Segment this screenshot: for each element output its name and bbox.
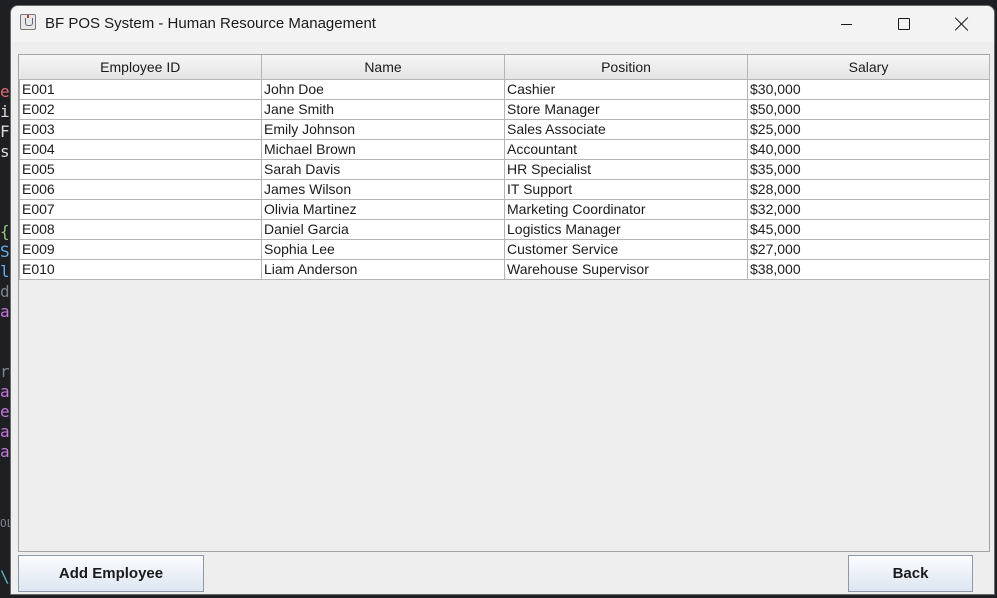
cell-name[interactable]: Jane Smith bbox=[261, 99, 505, 120]
employee-table[interactable]: Employee ID Name Position Salary E001 Jo… bbox=[19, 55, 990, 280]
minimize-button[interactable] bbox=[817, 6, 875, 42]
cell-salary[interactable]: $40,000 bbox=[747, 139, 990, 160]
table-row[interactable]: E006 James Wilson IT Support $28,000 bbox=[19, 179, 990, 200]
editor-glyph: l bbox=[0, 262, 10, 281]
column-header-employee-id[interactable]: Employee ID bbox=[19, 55, 262, 80]
cell-salary[interactable]: $30,000 bbox=[747, 79, 990, 100]
table-row[interactable]: E009 Sophia Lee Customer Service $27,000 bbox=[19, 239, 990, 260]
cell-salary[interactable]: $50,000 bbox=[747, 99, 990, 120]
cell-position[interactable]: Warehouse Supervisor bbox=[504, 259, 748, 280]
cell-name[interactable]: Sophia Lee bbox=[261, 239, 505, 260]
editor-glyph: a bbox=[0, 382, 10, 401]
cell-name[interactable]: James Wilson bbox=[261, 179, 505, 200]
editor-glyph: d bbox=[0, 282, 10, 301]
column-header-position[interactable]: Position bbox=[504, 55, 748, 80]
editor-glyph: { bbox=[0, 222, 10, 241]
table-row[interactable]: E007 Olivia Martinez Marketing Coordinat… bbox=[19, 199, 990, 220]
cell-salary[interactable]: $35,000 bbox=[747, 159, 990, 180]
cell-employee-id[interactable]: E003 bbox=[19, 119, 262, 140]
cell-name[interactable]: Olivia Martinez bbox=[261, 199, 505, 220]
editor-glyph: S bbox=[0, 242, 10, 261]
column-header-salary[interactable]: Salary bbox=[747, 55, 990, 80]
hr-management-window: BF POS System - Human Resource Managemen… bbox=[10, 5, 995, 595]
cell-position[interactable]: Sales Associate bbox=[504, 119, 748, 140]
cell-position[interactable]: Marketing Coordinator bbox=[504, 199, 748, 220]
column-header-name[interactable]: Name bbox=[261, 55, 505, 80]
cell-employee-id[interactable]: E001 bbox=[19, 79, 262, 100]
cell-name[interactable]: Emily Johnson bbox=[261, 119, 505, 140]
cell-position[interactable]: Accountant bbox=[504, 139, 748, 160]
cell-employee-id[interactable]: E004 bbox=[19, 139, 262, 160]
cell-salary[interactable]: $45,000 bbox=[747, 219, 990, 240]
cell-employee-id[interactable]: E009 bbox=[19, 239, 262, 260]
editor-glyph: e bbox=[0, 402, 10, 421]
editor-glyph: a bbox=[0, 302, 10, 321]
table-row[interactable]: E002 Jane Smith Store Manager $50,000 bbox=[19, 99, 990, 120]
editor-glyph: s bbox=[0, 142, 10, 161]
back-button[interactable]: Back bbox=[848, 555, 973, 592]
close-icon bbox=[955, 17, 969, 31]
cell-name[interactable]: Liam Anderson bbox=[261, 259, 505, 280]
cell-position[interactable]: HR Specialist bbox=[504, 159, 748, 180]
cell-employee-id[interactable]: E010 bbox=[19, 259, 262, 280]
cell-employee-id[interactable]: E007 bbox=[19, 199, 262, 220]
maximize-icon bbox=[898, 18, 910, 30]
editor-glyph: i bbox=[0, 102, 10, 121]
table-header-row: Employee ID Name Position Salary bbox=[19, 55, 990, 80]
editor-glyph: r bbox=[0, 362, 10, 381]
cell-position[interactable]: IT Support bbox=[504, 179, 748, 200]
cell-position[interactable]: Store Manager bbox=[504, 99, 748, 120]
title-bar[interactable]: BF POS System - Human Resource Managemen… bbox=[11, 6, 994, 42]
cell-employee-id[interactable]: E006 bbox=[19, 179, 262, 200]
cell-position[interactable]: Customer Service bbox=[504, 239, 748, 260]
cell-salary[interactable]: $25,000 bbox=[747, 119, 990, 140]
cell-position[interactable]: Cashier bbox=[504, 79, 748, 100]
editor-glyph: a bbox=[0, 422, 10, 441]
java-app-icon[interactable] bbox=[20, 14, 36, 30]
table-row[interactable]: E004 Michael Brown Accountant $40,000 bbox=[19, 139, 990, 160]
table-row[interactable]: E010 Liam Anderson Warehouse Supervisor … bbox=[19, 259, 990, 280]
table-row[interactable]: E008 Daniel Garcia Logistics Manager $45… bbox=[19, 219, 990, 240]
table-row[interactable]: E005 Sarah Davis HR Specialist $35,000 bbox=[19, 159, 990, 180]
cell-name[interactable]: Michael Brown bbox=[261, 139, 505, 160]
employee-table-panel[interactable]: Employee ID Name Position Salary E001 Jo… bbox=[18, 54, 990, 552]
editor-glyph: F bbox=[0, 122, 10, 141]
cell-salary[interactable]: $27,000 bbox=[747, 239, 990, 260]
cell-name[interactable]: Sarah Davis bbox=[261, 159, 505, 180]
add-employee-button[interactable]: Add Employee bbox=[18, 555, 204, 592]
cell-name[interactable]: John Doe bbox=[261, 79, 505, 100]
window-title: BF POS System - Human Resource Managemen… bbox=[45, 15, 376, 32]
close-button[interactable] bbox=[933, 6, 991, 42]
table-row[interactable]: E003 Emily Johnson Sales Associate $25,0… bbox=[19, 119, 990, 140]
cell-employee-id[interactable]: E005 bbox=[19, 159, 262, 180]
minimize-icon bbox=[840, 23, 852, 25]
cell-salary[interactable]: $38,000 bbox=[747, 259, 990, 280]
cell-name[interactable]: Daniel Garcia bbox=[261, 219, 505, 240]
cell-salary[interactable]: $32,000 bbox=[747, 199, 990, 220]
editor-glyph: a bbox=[0, 442, 10, 461]
editor-glyph: e bbox=[0, 82, 10, 101]
cell-employee-id[interactable]: E002 bbox=[19, 99, 262, 120]
cell-employee-id[interactable]: E008 bbox=[19, 219, 262, 240]
table-row[interactable]: E001 John Doe Cashier $30,000 bbox=[19, 79, 990, 100]
maximize-button[interactable] bbox=[875, 6, 933, 42]
cell-salary[interactable]: $28,000 bbox=[747, 179, 990, 200]
cell-position[interactable]: Logistics Manager bbox=[504, 219, 748, 240]
